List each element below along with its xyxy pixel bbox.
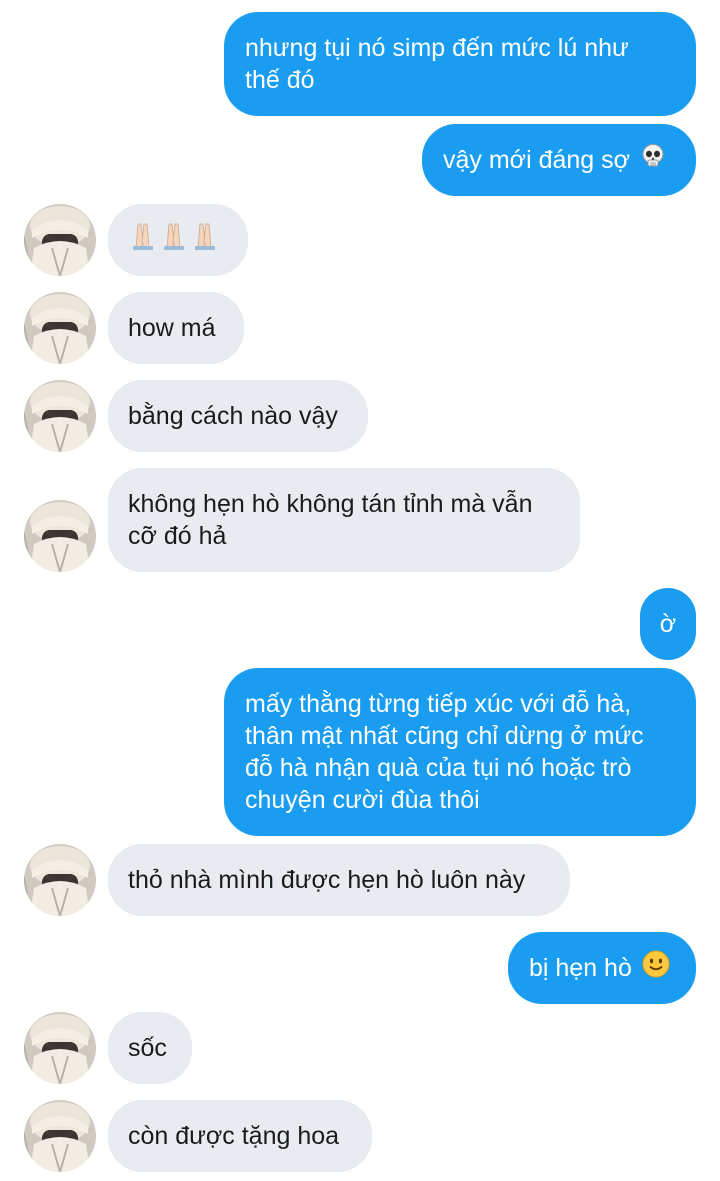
avatar[interactable] — [24, 204, 96, 276]
message-bubble-outgoing[interactable]: vậy mới đáng sợ — [422, 124, 696, 196]
slightly-smiling-face-icon — [642, 950, 670, 986]
avatar[interactable] — [24, 500, 96, 572]
message-row-incoming: không hẹn hò không tán tỉnh mà vẫn cỡ đó… — [0, 468, 720, 572]
skull-icon — [640, 143, 666, 177]
message-bubble-outgoing[interactable]: nhưng tụi nó simp đến mức lú như thế đó — [224, 12, 696, 116]
message-text: ờ — [659, 610, 677, 638]
avatar[interactable] — [24, 1100, 96, 1172]
message-text: bị hẹn hò — [529, 954, 632, 982]
message-bubble-incoming[interactable]: thỏ nhà mình được hẹn hò luôn này — [108, 844, 570, 916]
avatar[interactable] — [24, 380, 96, 452]
message-text: vậy mới đáng sợ — [443, 146, 631, 174]
message-row-incoming: còn được tặng hoa — [0, 1100, 720, 1172]
message-bubble-incoming[interactable] — [108, 204, 248, 276]
message-row-outgoing: ờ — [0, 588, 720, 660]
message-bubble-incoming[interactable]: bằng cách nào vậy — [108, 380, 368, 452]
message-row-outgoing: nhưng tụi nó simp đến mức lú như thế đó — [0, 12, 720, 116]
message-row-incoming: bằng cách nào vậy — [0, 380, 720, 452]
avatar[interactable] — [24, 844, 96, 916]
avatar[interactable] — [24, 292, 96, 364]
message-bubble-incoming[interactable]: còn được tặng hoa — [108, 1100, 372, 1172]
message-bubble-incoming[interactable]: how má — [108, 292, 244, 364]
avatar[interactable] — [24, 1012, 96, 1084]
message-row-outgoing: bị hẹn hò — [0, 932, 720, 1004]
message-row-outgoing: mấy thằng từng tiếp xúc với đỗ hà, thân … — [0, 668, 720, 836]
message-bubble-incoming[interactable]: không hẹn hò không tán tỉnh mà vẫn cỡ đó… — [108, 468, 580, 572]
message-row-incoming: sốc — [0, 1012, 720, 1084]
message-row-incoming: thỏ nhà mình được hẹn hò luôn này — [0, 844, 720, 916]
message-text: còn được tặng hoa — [128, 1122, 340, 1150]
message-text: sốc — [128, 1034, 167, 1062]
message-text: how má — [128, 314, 216, 342]
message-bubble-outgoing[interactable]: mấy thằng từng tiếp xúc với đỗ hà, thân … — [224, 668, 696, 836]
message-text: không hẹn hò không tán tỉnh mà vẫn cỡ đó… — [128, 490, 533, 550]
message-row-incoming — [0, 204, 720, 276]
message-text: bằng cách nào vậy — [128, 402, 338, 430]
message-row-incoming: how má — [0, 292, 720, 364]
message-bubble-outgoing[interactable]: ờ — [640, 588, 696, 660]
message-bubble-incoming[interactable]: sốc — [108, 1012, 192, 1084]
folded-hands-icon — [128, 221, 220, 259]
chat-thread: nhưng tụi nó simp đến mức lú như thế đó … — [0, 0, 720, 1181]
message-bubble-outgoing[interactable]: bị hẹn hò — [508, 932, 696, 1004]
message-text: nhưng tụi nó simp đến mức lú như thế đó — [245, 34, 629, 94]
message-row-outgoing: vậy mới đáng sợ — [0, 124, 720, 196]
message-text: thỏ nhà mình được hẹn hò luôn này — [128, 866, 526, 894]
message-text: mấy thằng từng tiếp xúc với đỗ hà, thân … — [245, 690, 644, 814]
